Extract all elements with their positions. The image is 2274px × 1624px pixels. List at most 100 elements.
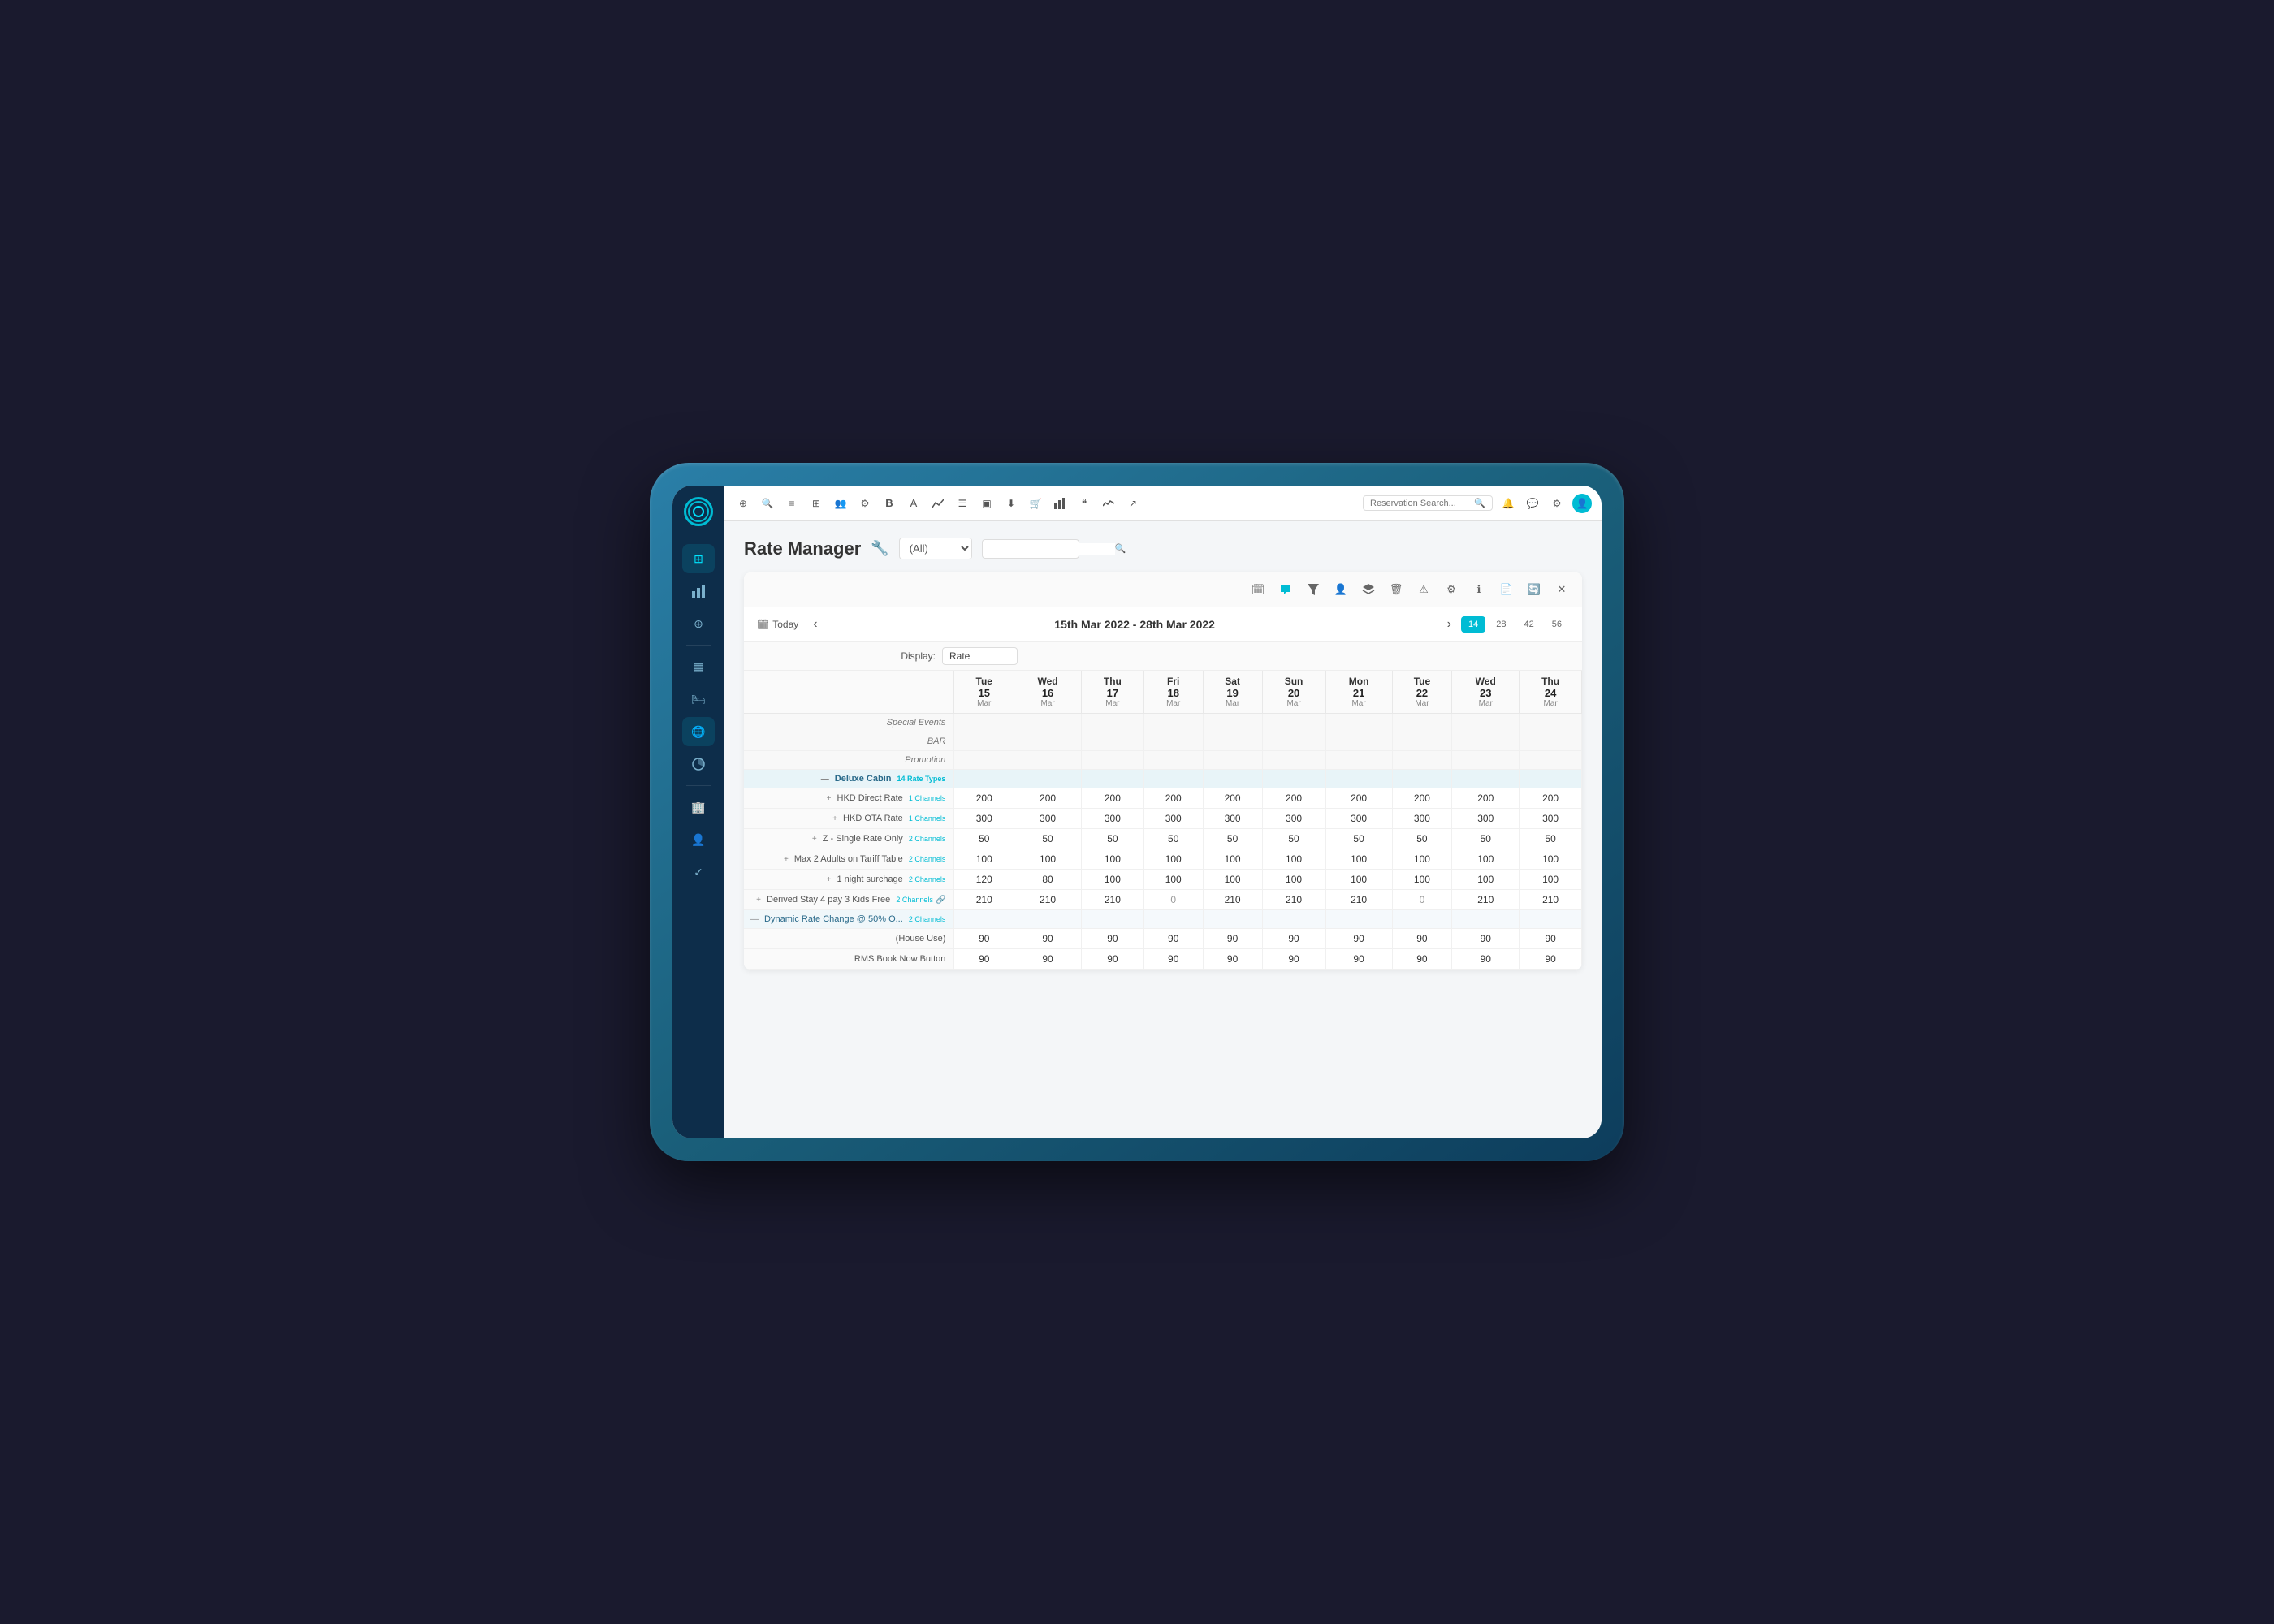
next-date-button[interactable]: ›: [1447, 617, 1451, 632]
val-zs-10[interactable]: 50: [1520, 829, 1582, 849]
label-z-single[interactable]: + Z - Single Rate Only 2 Channels: [744, 829, 954, 849]
val-1n-10[interactable]: 100: [1520, 870, 1582, 890]
label-rms-booknow[interactable]: RMS Book Now Button: [744, 949, 954, 970]
toolbar-b-icon[interactable]: B: [880, 495, 898, 512]
val-hdr-9[interactable]: 200: [1452, 788, 1520, 809]
val-m2-5[interactable]: 100: [1203, 849, 1262, 870]
day-range-42[interactable]: 42: [1517, 616, 1541, 633]
val-zs-5[interactable]: 50: [1203, 829, 1262, 849]
val-hdr-10[interactable]: 200: [1520, 788, 1582, 809]
today-button[interactable]: 🗓 Today: [757, 619, 798, 630]
expand-hkd-ota-icon[interactable]: +: [832, 814, 837, 823]
val-ds-8[interactable]: 0: [1392, 890, 1452, 910]
toolbar-people-icon[interactable]: ⚙: [856, 495, 874, 512]
sidebar-item-people[interactable]: 👤: [682, 825, 715, 854]
val-rbn-7[interactable]: 90: [1325, 949, 1392, 970]
val-ds-3[interactable]: 210: [1082, 890, 1144, 910]
label-deluxe-cabin[interactable]: — Deluxe Cabin 14 Rate Types: [744, 770, 954, 788]
val-zs-3[interactable]: 50: [1082, 829, 1144, 849]
rm-settings-icon[interactable]: ⚙: [1441, 579, 1462, 600]
reservation-search-box[interactable]: 🔍: [1363, 495, 1493, 511]
label-max2-adults[interactable]: + Max 2 Adults on Tariff Table 2 Channel…: [744, 849, 954, 870]
val-1n-3[interactable]: 100: [1082, 870, 1144, 890]
toolbar-a-icon[interactable]: A: [905, 495, 923, 512]
val-1n-2[interactable]: 80: [1014, 870, 1082, 890]
rm-warning-icon[interactable]: ⚠: [1413, 579, 1434, 600]
rm-calendar-icon[interactable]: 🗓: [1247, 579, 1269, 600]
val-ds-4[interactable]: 0: [1143, 890, 1203, 910]
rm-info-icon[interactable]: ℹ: [1468, 579, 1489, 600]
val-hdr-8[interactable]: 200: [1392, 788, 1452, 809]
val-zs-7[interactable]: 50: [1325, 829, 1392, 849]
val-m2-7[interactable]: 100: [1325, 849, 1392, 870]
reservation-search-input[interactable]: [1370, 499, 1471, 508]
sidebar-item-pie[interactable]: [682, 749, 715, 779]
val-ds-5[interactable]: 210: [1203, 890, 1262, 910]
toolbar-linechart-icon[interactable]: [929, 495, 947, 512]
val-zs-1[interactable]: 50: [954, 829, 1014, 849]
collapse-icon[interactable]: —: [821, 775, 829, 784]
val-ds-10[interactable]: 210: [1520, 890, 1582, 910]
sidebar-item-chart[interactable]: [682, 577, 715, 606]
val-hu-9[interactable]: 90: [1452, 929, 1520, 949]
val-rbn-3[interactable]: 90: [1082, 949, 1144, 970]
toolbar-table2-icon[interactable]: ▣: [978, 495, 996, 512]
label-1night[interactable]: + 1 night surchage 2 Channels: [744, 870, 954, 890]
val-m2-6[interactable]: 100: [1262, 849, 1325, 870]
collapse-dynamic-icon[interactable]: —: [750, 915, 759, 924]
val-hdr-5[interactable]: 200: [1203, 788, 1262, 809]
val-rbn-1[interactable]: 90: [954, 949, 1014, 970]
sidebar-item-globe[interactable]: 🌐: [682, 717, 715, 746]
val-zs-9[interactable]: 50: [1452, 829, 1520, 849]
val-hdr-2[interactable]: 200: [1014, 788, 1082, 809]
val-m2-3[interactable]: 100: [1082, 849, 1144, 870]
sidebar-item-grid[interactable]: ⊞: [682, 544, 715, 573]
val-hdr-4[interactable]: 200: [1143, 788, 1203, 809]
val-1n-8[interactable]: 100: [1392, 870, 1452, 890]
toolbar-list-icon[interactable]: ≡: [783, 495, 801, 512]
filter-icon[interactable]: 🔧: [871, 540, 888, 557]
val-1n-5[interactable]: 100: [1203, 870, 1262, 890]
val-hu-3[interactable]: 90: [1082, 929, 1144, 949]
val-ota-10[interactable]: 300: [1520, 809, 1582, 829]
toolbar-grid-icon[interactable]: ⊞: [807, 495, 825, 512]
val-zs-2[interactable]: 50: [1014, 829, 1082, 849]
toolbar-sparkline-icon[interactable]: [1100, 495, 1118, 512]
toolbar-search-icon[interactable]: 🔍: [759, 495, 776, 512]
val-ota-5[interactable]: 300: [1203, 809, 1262, 829]
rate-search-bar[interactable]: 🔍: [982, 539, 1079, 559]
val-hu-4[interactable]: 90: [1143, 929, 1203, 949]
val-rbn-6[interactable]: 90: [1262, 949, 1325, 970]
val-m2-10[interactable]: 100: [1520, 849, 1582, 870]
sidebar-item-bed[interactable]: 🛏: [682, 685, 715, 714]
val-ota-4[interactable]: 300: [1143, 809, 1203, 829]
sidebar-item-building[interactable]: 🏢: [682, 793, 715, 822]
val-ota-7[interactable]: 300: [1325, 809, 1392, 829]
expand-z-single-icon[interactable]: +: [812, 835, 817, 844]
label-derived-stay[interactable]: + Derived Stay 4 pay 3 Kids Free 2 Chann…: [744, 890, 954, 910]
toolbar-settings-icon[interactable]: ⚙: [1548, 495, 1566, 512]
val-1n-1[interactable]: 120: [954, 870, 1014, 890]
toolbar-refresh-icon[interactable]: ⊕: [734, 495, 752, 512]
val-m2-2[interactable]: 100: [1014, 849, 1082, 870]
label-hkd-ota[interactable]: + HKD OTA Rate 1 Channels: [744, 809, 954, 829]
val-m2-1[interactable]: 100: [954, 849, 1014, 870]
val-ota-2[interactable]: 300: [1014, 809, 1082, 829]
display-select[interactable]: Rate Availability Restrictions: [942, 647, 1018, 665]
rm-delete-icon[interactable]: 🗑: [1386, 579, 1407, 600]
val-hu-8[interactable]: 90: [1392, 929, 1452, 949]
val-ota-6[interactable]: 300: [1262, 809, 1325, 829]
val-ds-7[interactable]: 210: [1325, 890, 1392, 910]
toolbar-bullets-icon[interactable]: ☰: [953, 495, 971, 512]
val-hdr-7[interactable]: 200: [1325, 788, 1392, 809]
toolbar-user-icon[interactable]: 👤: [1572, 494, 1592, 513]
day-range-56[interactable]: 56: [1545, 616, 1569, 633]
toolbar-cart-icon[interactable]: 🛒: [1027, 495, 1044, 512]
val-1n-9[interactable]: 100: [1452, 870, 1520, 890]
val-ota-9[interactable]: 300: [1452, 809, 1520, 829]
expand-1night-icon[interactable]: +: [827, 875, 832, 884]
val-ds-1[interactable]: 210: [954, 890, 1014, 910]
rm-layers-icon[interactable]: [1358, 579, 1379, 600]
val-rbn-2[interactable]: 90: [1014, 949, 1082, 970]
val-m2-4[interactable]: 100: [1143, 849, 1203, 870]
